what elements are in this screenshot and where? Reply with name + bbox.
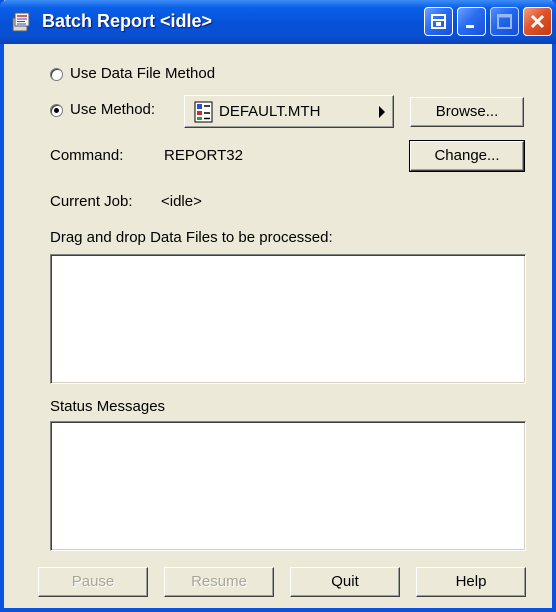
method-select-button[interactable]: DEFAULT.MTH xyxy=(184,95,394,128)
use-method-radio[interactable] xyxy=(50,104,63,117)
browse-button[interactable]: Browse... xyxy=(410,97,524,127)
status-messages-label: Status Messages xyxy=(50,398,166,415)
command-label: Command: xyxy=(50,147,124,164)
command-value: REPORT32 xyxy=(164,147,243,164)
maximize-button[interactable] xyxy=(490,7,519,36)
data-files-drop-list[interactable] xyxy=(50,254,526,384)
resume-button[interactable]: Resume xyxy=(164,567,274,597)
app-icon xyxy=(12,12,30,32)
chevron-right-icon xyxy=(379,106,385,118)
minimize-icon xyxy=(466,25,474,28)
use-data-file-method-label[interactable]: Use Data File Method xyxy=(70,65,215,82)
change-button[interactable]: Change... xyxy=(409,140,525,172)
use-data-file-method-radio[interactable] xyxy=(50,68,63,81)
maximize-icon xyxy=(497,14,512,29)
pin-icon xyxy=(431,14,446,29)
close-icon xyxy=(530,14,545,29)
pin-window-button[interactable] xyxy=(424,7,453,36)
status-messages-list[interactable] xyxy=(50,421,526,551)
batch-report-window: Batch Report <idle> Use Data File Method… xyxy=(0,0,556,612)
current-job-value: <idle> xyxy=(161,193,202,210)
close-button[interactable] xyxy=(523,7,552,36)
quit-button[interactable]: Quit xyxy=(290,567,400,597)
window-title: Batch Report <idle> xyxy=(42,11,213,31)
drop-area-label: Drag and drop Data Files to be processed… xyxy=(50,229,333,246)
current-job-label: Current Job: xyxy=(50,193,133,210)
method-name: DEFAULT.MTH xyxy=(219,103,321,120)
use-method-label[interactable]: Use Method: xyxy=(70,101,155,118)
help-button[interactable]: Help xyxy=(416,567,526,597)
pause-button[interactable]: Pause xyxy=(38,567,148,597)
title-bar[interactable]: Batch Report <idle> xyxy=(0,0,556,44)
method-file-icon xyxy=(194,101,213,123)
minimize-button[interactable] xyxy=(457,7,486,36)
